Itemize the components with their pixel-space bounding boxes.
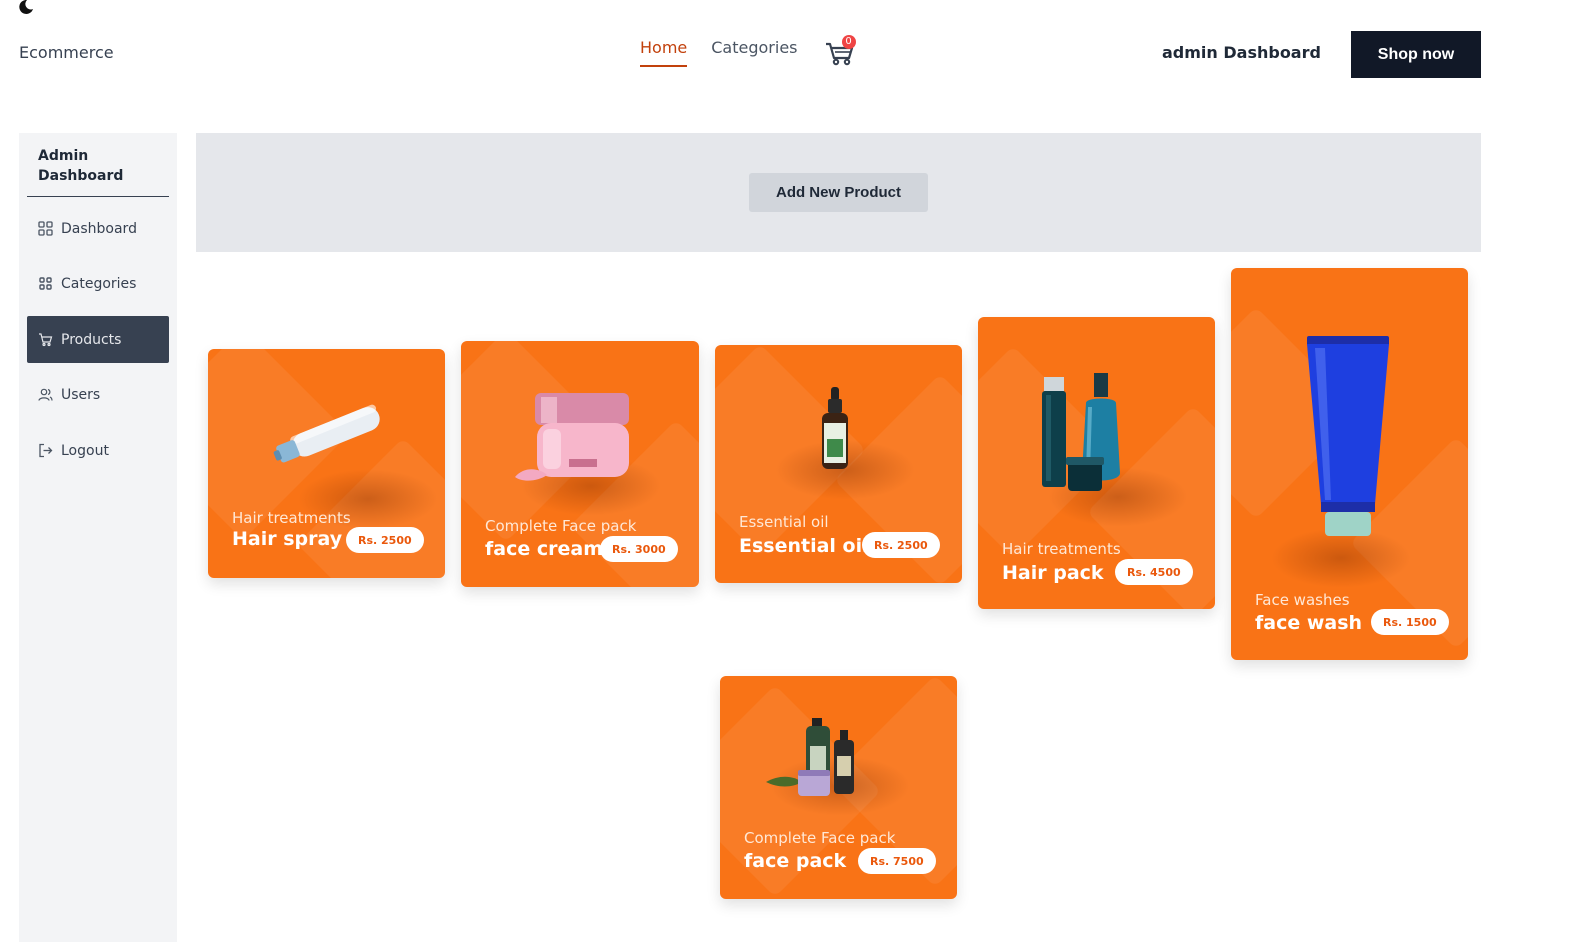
- sidebar-item-label: Products: [61, 331, 122, 348]
- price-badge: Rs. 2500: [346, 527, 424, 553]
- product-name: Hair spray: [232, 528, 343, 550]
- price-badge: Rs. 7500: [858, 848, 936, 874]
- product-card[interactable]: Face washes face wash Rs. 1500: [1231, 268, 1468, 660]
- grid-icon: [38, 221, 53, 236]
- cart-count-badge: 0: [841, 35, 856, 49]
- admin-sidebar: Admin Dashboard Dashboard Categories Pro…: [19, 133, 177, 942]
- dropper-bottle-image: [822, 387, 848, 469]
- product-card[interactable]: Essential oil Essential oil Rs. 2500: [715, 345, 962, 583]
- cart-button[interactable]: 0: [824, 35, 856, 68]
- nav-categories[interactable]: Categories: [711, 38, 797, 65]
- product-category: Essential oil: [739, 513, 829, 531]
- product-category: Hair treatments: [1002, 540, 1121, 558]
- price-badge: Rs. 3000: [600, 536, 678, 562]
- product-category: Face washes: [1255, 591, 1350, 609]
- sidebar-item-label: Categories: [61, 275, 137, 292]
- product-actions-panel: Add New Product: [196, 133, 1481, 252]
- price-badge: Rs. 4500: [1115, 559, 1193, 585]
- admin-dashboard-link[interactable]: admin Dashboard: [1162, 43, 1321, 62]
- product-card[interactable]: Hair treatments Hair pack Rs. 4500: [978, 317, 1215, 609]
- product-name: face cream: [485, 538, 603, 560]
- nav-home[interactable]: Home: [640, 38, 688, 67]
- sidebar-item-label: Users: [61, 386, 101, 403]
- product-card[interactable]: Complete Face pack face cream Rs. 3000: [461, 341, 699, 587]
- product-name: face pack: [744, 850, 847, 872]
- sidebar-item-categories[interactable]: Categories: [27, 260, 169, 307]
- sidebar-item-label: Dashboard: [61, 220, 137, 237]
- sidebar-item-dashboard[interactable]: Dashboard: [27, 205, 169, 252]
- cream-jar-image: [515, 393, 629, 481]
- tube-image: [1307, 336, 1389, 536]
- users-icon: [38, 388, 53, 401]
- brand-logo-text[interactable]: Ecommerce: [19, 43, 114, 62]
- spray-bottle-image: [273, 404, 380, 463]
- cart-icon: [39, 333, 53, 347]
- pump-bottles-image: [766, 718, 854, 796]
- product-name: Hair pack: [1002, 562, 1104, 584]
- product-card[interactable]: Hair treatments Hair spray Rs. 2500: [208, 349, 445, 578]
- grid-small-icon: [39, 277, 52, 290]
- price-badge: Rs. 1500: [1371, 609, 1449, 635]
- sidebar-divider: [27, 196, 169, 197]
- bottle-set-image: [1042, 373, 1120, 491]
- moon-icon[interactable]: [18, 0, 34, 14]
- logout-icon: [39, 443, 53, 458]
- sidebar-item-users[interactable]: Users: [27, 371, 169, 418]
- product-category: Complete Face pack: [744, 829, 896, 847]
- sidebar-title: Admin Dashboard: [38, 148, 124, 184]
- sidebar-item-products[interactable]: Products: [27, 316, 169, 363]
- product-name: face wash: [1255, 612, 1363, 634]
- product-card[interactable]: Complete Face pack face pack Rs. 7500: [720, 676, 957, 899]
- product-category: Complete Face pack: [485, 517, 637, 535]
- sidebar-item-label: Logout: [61, 442, 109, 459]
- main-nav: Home Categories 0: [640, 35, 856, 68]
- price-badge: Rs. 2500: [862, 532, 940, 558]
- add-new-product-button[interactable]: Add New Product: [749, 173, 928, 212]
- sidebar-item-logout[interactable]: Logout: [27, 427, 169, 474]
- shop-now-button[interactable]: Shop now: [1351, 31, 1481, 78]
- product-category: Hair treatments: [232, 509, 351, 527]
- product-name: Essential oil: [739, 535, 869, 557]
